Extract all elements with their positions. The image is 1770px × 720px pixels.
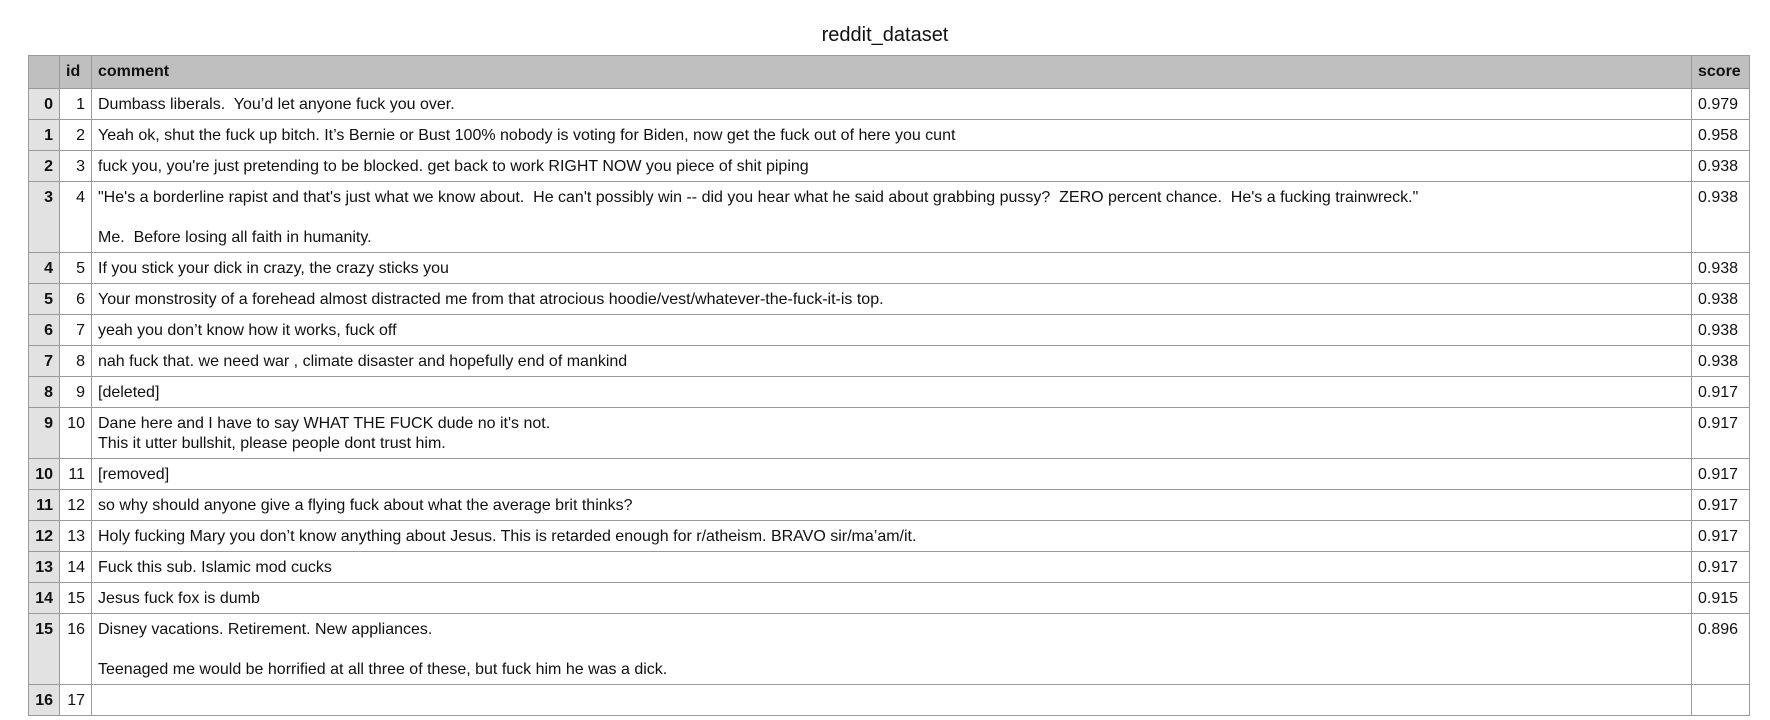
row-index-cell: 3 (28, 181, 60, 253)
row-index-cell: 14 (28, 582, 60, 614)
id-cell: 1 (59, 88, 92, 120)
table-row: 11 12 so why should anyone give a flying f… (28, 489, 1750, 521)
row-index-cell: 6 (28, 314, 60, 346)
score-cell: 0.896 (1691, 613, 1750, 685)
id-cell: 4 (59, 181, 92, 253)
comment-cell: Dumbass liberals. You’d let anyone fuck … (91, 88, 1692, 120)
id-column-header: id (59, 55, 92, 89)
table-row: 3 4 "He's a borderline rapist and that's j… (28, 181, 1750, 253)
comment-cell: Fuck this sub. Islamic mod cucks (91, 551, 1692, 583)
id-cell: 2 (59, 119, 92, 151)
score-cell: 0.938 (1691, 314, 1750, 346)
comment-cell: [deleted] (91, 376, 1692, 408)
comment-cell: Holy fucking Mary you don’t know anythin… (91, 520, 1692, 552)
table-row: 1 2 Yeah ok, shut the fuck up bitch. It’s … (28, 119, 1750, 151)
comment-cell: Your monstrosity of a forehead almost di… (91, 283, 1692, 315)
score-cell: 0.917 (1691, 520, 1750, 552)
comment-cell: Dane here and I have to say WHAT THE FUC… (91, 407, 1692, 459)
score-cell: 0.958 (1691, 119, 1750, 151)
id-cell: 13 (59, 520, 92, 552)
row-index-cell: 7 (28, 345, 60, 377)
table-row: 9 10 Dane here and I have to say WHAT THE … (28, 407, 1750, 459)
score-cell: 0.915 (1691, 582, 1750, 614)
table-row: 12 13 Holy fucking Mary you don’t know any… (28, 520, 1750, 552)
id-cell: 17 (59, 684, 92, 716)
table-row: 16 17 (28, 684, 1750, 716)
comment-cell: If you stick your dick in crazy, the cra… (91, 252, 1692, 284)
score-cell: 0.938 (1691, 252, 1750, 284)
id-cell: 14 (59, 551, 92, 583)
table-row: 8 9 [deleted] 0.917 (28, 376, 1750, 408)
table-row: 2 3 fuck you, you're just pretending to be… (28, 150, 1750, 182)
score-cell: 0.917 (1691, 489, 1750, 521)
row-index-cell: 12 (28, 520, 60, 552)
id-cell: 10 (59, 407, 92, 459)
score-cell: 0.917 (1691, 376, 1750, 408)
table-row: 13 14 Fuck this sub. Islamic mod cucks 0.91… (28, 551, 1750, 583)
header-row: id comment score (28, 55, 1750, 89)
score-cell: 0.917 (1691, 551, 1750, 583)
comment-cell: Jesus fuck fox is dumb (91, 582, 1692, 614)
table-body: 0 1 Dumbass liberals. You’d let anyone fuc… (28, 88, 1750, 716)
id-cell: 11 (59, 458, 92, 490)
row-index-cell: 8 (28, 376, 60, 408)
row-index-cell: 10 (28, 458, 60, 490)
id-cell: 16 (59, 613, 92, 685)
table-row: 6 7 yeah you don’t know how it works, fuck… (28, 314, 1750, 346)
id-cell: 8 (59, 345, 92, 377)
id-cell: 9 (59, 376, 92, 408)
id-cell: 12 (59, 489, 92, 521)
score-cell: 0.917 (1691, 458, 1750, 490)
index-column-header (28, 55, 60, 89)
score-cell: 0.938 (1691, 150, 1750, 182)
row-index-cell: 16 (28, 684, 60, 716)
comment-cell (91, 684, 1692, 716)
table-row: 14 15 Jesus fuck fox is dumb 0.915 (28, 582, 1750, 614)
row-index-cell: 13 (28, 551, 60, 583)
table-header: id comment score (28, 55, 1750, 89)
row-index-cell: 1 (28, 119, 60, 151)
table-row: 7 8 nah fuck that. we need war , climate d… (28, 345, 1750, 377)
comment-cell: Disney vacations. Retirement. New applia… (91, 613, 1692, 685)
id-cell: 7 (59, 314, 92, 346)
row-index-cell: 9 (28, 407, 60, 459)
comment-cell: yeah you don’t know how it works, fuck o… (91, 314, 1692, 346)
table-row: 15 16 Disney vacations. Retirement. New ap… (28, 613, 1750, 685)
score-cell: 0.938 (1691, 283, 1750, 315)
id-cell: 5 (59, 252, 92, 284)
table-row: 0 1 Dumbass liberals. You’d let anyone fuc… (28, 88, 1750, 120)
comment-cell: fuck you, you're just pretending to be b… (91, 150, 1692, 182)
row-index-cell: 0 (28, 88, 60, 120)
row-index-cell: 15 (28, 613, 60, 685)
comment-cell: [removed] (91, 458, 1692, 490)
score-cell: 0.938 (1691, 181, 1750, 253)
table-row: 4 5 If you stick your dick in crazy, the c… (28, 252, 1750, 284)
row-index-cell: 11 (28, 489, 60, 521)
comment-cell: Yeah ok, shut the fuck up bitch. It’s Be… (91, 119, 1692, 151)
comment-column-header: comment (91, 55, 1692, 89)
table-row: 10 11 [removed] 0.917 (28, 458, 1750, 490)
score-cell: 0.917 (1691, 407, 1750, 459)
id-cell: 3 (59, 150, 92, 182)
score-cell: 0.938 (1691, 345, 1750, 377)
comment-cell: so why should anyone give a flying fuck … (91, 489, 1692, 521)
score-cell: 0.979 (1691, 88, 1750, 120)
id-cell: 15 (59, 582, 92, 614)
row-index-cell: 5 (28, 283, 60, 315)
row-index-cell: 4 (28, 252, 60, 284)
comment-cell: "He's a borderline rapist and that's jus… (91, 181, 1692, 253)
score-column-header: score (1691, 55, 1750, 89)
score-cell (1691, 684, 1750, 716)
row-index-cell: 2 (28, 150, 60, 182)
table-row: 5 6 Your monstrosity of a forehead almost … (28, 283, 1750, 315)
comment-cell: nah fuck that. we need war , climate dis… (91, 345, 1692, 377)
id-cell: 6 (59, 283, 92, 315)
data-table: id comment score 0 1 Dumbass liberals. You… (28, 55, 1750, 716)
